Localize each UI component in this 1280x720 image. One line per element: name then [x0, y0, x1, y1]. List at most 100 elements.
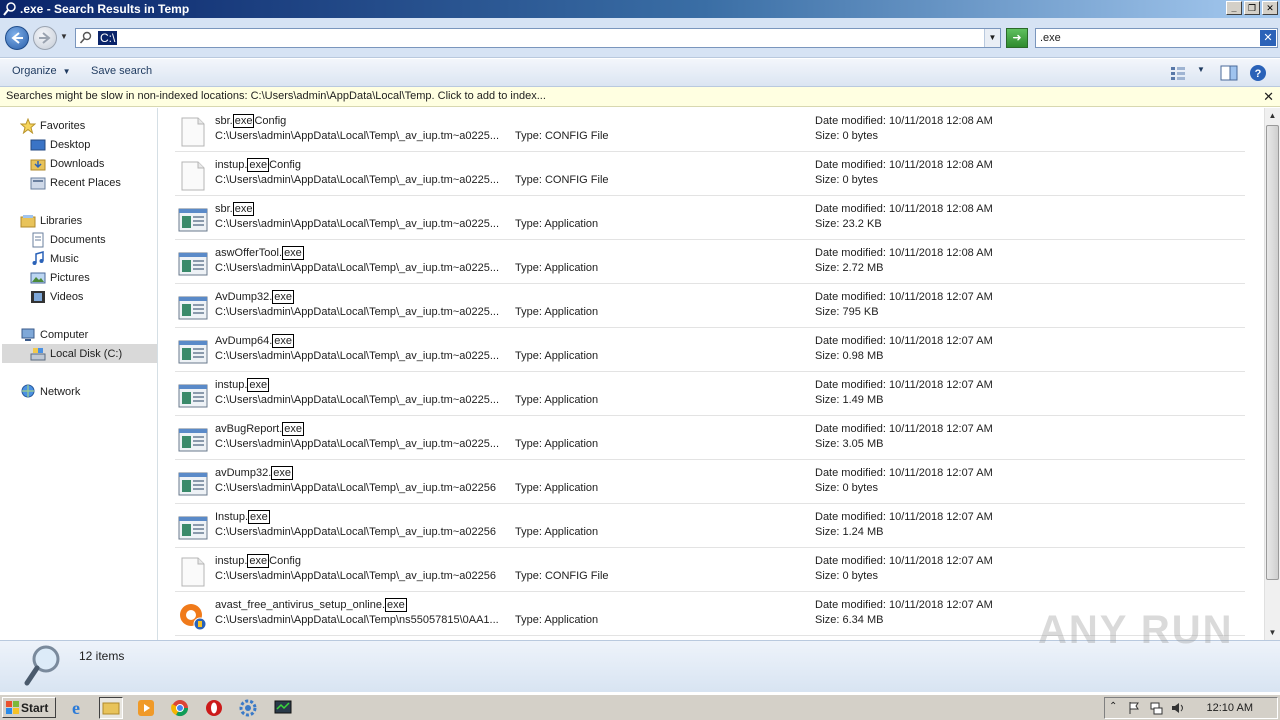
result-row[interactable]: sbr. exe C:\Users\admin\AppData\Local\Temp…: [175, 196, 1245, 240]
nav-recent-places[interactable]: Recent Places: [30, 174, 121, 192]
result-row[interactable]: AvDump64. exe C:\Users\admin\AppData\Local…: [175, 328, 1245, 372]
file-name[interactable]: avDump32. exe: [215, 466, 294, 480]
file-name[interactable]: instup. exe Config: [215, 554, 301, 568]
file-name[interactable]: avBugReport. exe: [215, 422, 305, 436]
file-name[interactable]: Instup. exe: [215, 510, 270, 524]
preview-pane-icon[interactable]: [1219, 63, 1239, 83]
opera-icon[interactable]: [202, 697, 226, 719]
nav-downloads[interactable]: Downloads: [30, 155, 104, 173]
nav-music[interactable]: Music: [30, 250, 79, 268]
volume-icon[interactable]: [1171, 701, 1185, 715]
date-modified: Date modified: 10/11/2018 12:07 AM: [815, 467, 993, 479]
result-row[interactable]: aswOfferTool. exe C:\Users\admin\AppData\L…: [175, 240, 1245, 284]
application-icon: [177, 468, 209, 500]
minimize-button[interactable]: _: [1226, 1, 1242, 15]
media-player-icon[interactable]: [134, 697, 158, 719]
scroll-up-icon[interactable]: ▲: [1265, 108, 1280, 123]
application-icon: [177, 292, 209, 324]
nav-pictures-label: Pictures: [50, 272, 90, 284]
result-row[interactable]: instup. exe Config C:\Users\admin\AppData\L…: [175, 152, 1245, 196]
file-type: Type: Application: [515, 438, 599, 450]
file-name[interactable]: instup. exe Config: [215, 158, 301, 172]
date-modified: Date modified: 10/11/2018 12:07 AM: [815, 555, 993, 567]
nav-network[interactable]: Network: [20, 383, 80, 401]
network-monitor-icon[interactable]: [271, 697, 295, 719]
result-row[interactable]: instup. exe Config C:\Users\admin\AppData\L…: [175, 548, 1245, 592]
action-center-flag-icon[interactable]: [1127, 701, 1141, 715]
result-row[interactable]: avDump32. exe C:\Users\admin\AppData\Local…: [175, 460, 1245, 504]
forward-button[interactable]: [33, 26, 57, 50]
nav-pictures[interactable]: Pictures: [30, 269, 90, 287]
file-type: Type: Application: [515, 482, 599, 494]
scroll-thumb[interactable]: [1266, 125, 1279, 580]
clock[interactable]: 12:10 AM: [1207, 702, 1253, 714]
file-size: Size: 1.24 MB: [815, 526, 884, 538]
result-row[interactable]: avBugReport. exe C:\Users\admin\AppData\Lo…: [175, 416, 1245, 460]
nav-videos[interactable]: Videos: [30, 288, 83, 306]
close-info-icon[interactable]: ✕: [1263, 89, 1274, 105]
internet-explorer-icon[interactable]: e: [64, 697, 88, 719]
address-value[interactable]: C:\: [98, 31, 118, 45]
settings-gear-icon[interactable]: [236, 697, 260, 719]
chrome-icon[interactable]: [168, 697, 192, 719]
file-path: C:\Users\admin\AppData\Local\Temp\_av_iu…: [215, 482, 496, 494]
file-name[interactable]: sbr. exe Config: [215, 114, 286, 128]
file-name[interactable]: AvDump32. exe: [215, 290, 295, 304]
explorer-taskbar-button[interactable]: [99, 697, 123, 719]
computer-icon: [21, 328, 35, 341]
result-row[interactable]: Instup. exe C:\Users\admin\AppData\Local\T…: [175, 504, 1245, 548]
close-button[interactable]: ✕: [1262, 1, 1278, 15]
view-dropdown-icon[interactable]: ▼: [1197, 65, 1205, 74]
file-name[interactable]: aswOfferTool. exe: [215, 246, 304, 260]
show-hidden-icons[interactable]: ⌃: [1109, 701, 1123, 715]
address-dropdown-icon[interactable]: ▼: [984, 29, 1000, 47]
config-file-icon: [177, 160, 209, 192]
windows-flag-icon: [6, 701, 19, 714]
nav-desktop[interactable]: Desktop: [30, 136, 90, 154]
organize-button[interactable]: Organize ▼: [12, 65, 71, 77]
file-name[interactable]: sbr. exe: [215, 202, 255, 216]
window-title: .exe - Search Results in Temp: [20, 2, 190, 16]
date-modified: Date modified: 10/11/2018 12:07 AM: [815, 423, 993, 435]
file-name-prefix: instup.: [215, 159, 248, 171]
address-bar[interactable]: C:\ ▼: [75, 28, 1001, 48]
nav-favorites[interactable]: Favorites: [20, 117, 85, 135]
scroll-down-icon[interactable]: ▼: [1265, 625, 1280, 640]
nav-computer[interactable]: Computer: [20, 326, 88, 344]
search-query[interactable]: .exe: [1040, 32, 1061, 44]
file-name-suffix: Config: [269, 555, 301, 567]
search-input[interactable]: .exe ✕: [1035, 28, 1278, 48]
date-modified: Date modified: 10/11/2018 12:08 AM: [815, 203, 993, 215]
file-name-prefix: AvDump64.: [215, 335, 273, 347]
file-name[interactable]: avast_free_antivirus_setup_online. exe: [215, 598, 407, 612]
index-info-bar[interactable]: Searches might be slow in non-indexed lo…: [0, 87, 1280, 107]
view-options-icon[interactable]: [1168, 63, 1188, 83]
restore-button[interactable]: ❐: [1244, 1, 1260, 15]
vertical-scrollbar[interactable]: ▲ ▼: [1264, 108, 1280, 640]
history-dropdown-icon[interactable]: ▼: [60, 32, 68, 41]
result-row[interactable]: sbr. exe Config C:\Users\admin\AppData\Loca…: [175, 108, 1245, 152]
nav-documents[interactable]: Documents: [30, 231, 106, 249]
clear-search-icon[interactable]: ✕: [1260, 30, 1276, 46]
file-path: C:\Users\admin\AppData\Local\Temp\_av_iu…: [215, 526, 496, 538]
file-type: Type: CONFIG File: [515, 130, 609, 142]
nav-local-disk[interactable]: Local Disk (C:): [30, 345, 122, 363]
file-name[interactable]: instup. exe: [215, 378, 270, 392]
videos-icon: [31, 291, 45, 303]
file-name-prefix: aswOfferTool.: [215, 247, 283, 259]
back-button[interactable]: [5, 26, 29, 50]
start-button[interactable]: Start: [2, 697, 56, 718]
result-row[interactable]: AvDump32. exe C:\Users\admin\AppData\Local…: [175, 284, 1245, 328]
nav-recent-label: Recent Places: [50, 177, 121, 189]
item-count: 12 items: [79, 649, 125, 663]
help-icon[interactable]: ?: [1248, 63, 1268, 83]
go-button[interactable]: ➜: [1006, 28, 1028, 48]
file-name[interactable]: AvDump64. exe: [215, 334, 295, 348]
network-tray-icon[interactable]: [1149, 701, 1163, 715]
result-row[interactable]: instup. exe C:\Users\admin\AppData\Local\T…: [175, 372, 1245, 416]
nav-libraries[interactable]: Libraries: [20, 212, 82, 230]
save-search-button[interactable]: Save search: [91, 65, 152, 77]
info-message[interactable]: Searches might be slow in non-indexed lo…: [6, 90, 546, 102]
file-type: Type: Application: [515, 350, 599, 362]
organize-label: Organize: [12, 65, 57, 77]
